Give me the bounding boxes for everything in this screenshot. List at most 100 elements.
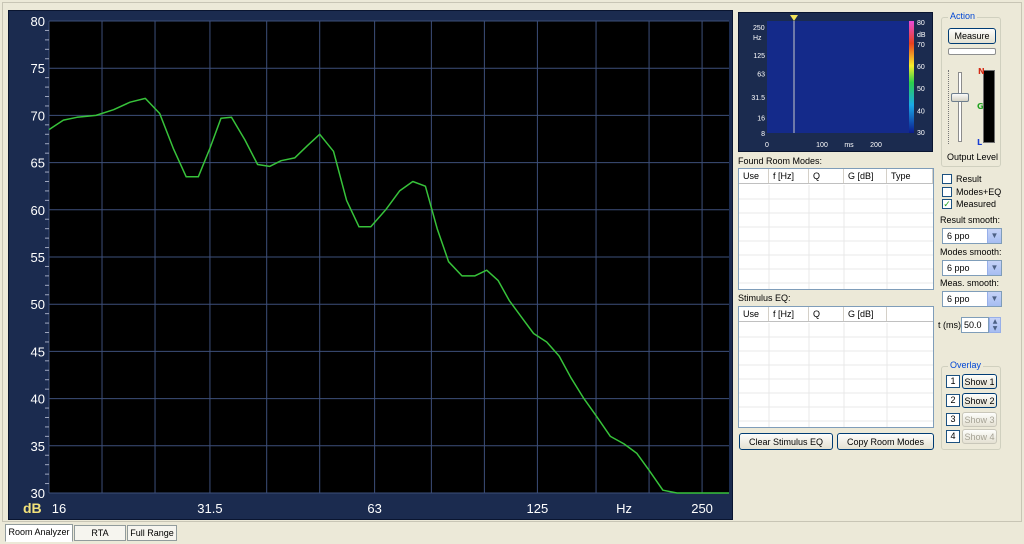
level-marker-n: N	[978, 67, 985, 76]
db-scale-tick: 30	[917, 130, 925, 137]
output-level-thumb[interactable]	[951, 93, 969, 102]
col-use[interactable]: Use	[739, 169, 769, 183]
stimulus-eq-grid	[739, 323, 933, 427]
spectro-y-tick: 250	[753, 25, 765, 32]
result-smooth-label: Result smooth:	[940, 215, 1001, 225]
spectro-y-tick: 31.5	[751, 95, 765, 102]
tab-rta[interactable]: RTA	[74, 525, 126, 541]
db-scale-tick: 80	[917, 20, 925, 27]
col-type[interactable]: Type	[887, 169, 933, 183]
time-input[interactable]: 50.0	[961, 317, 989, 333]
col-frequency[interactable]: f [Hz]	[769, 307, 809, 321]
copy-room-modes-button[interactable]: Copy Room Modes	[837, 433, 934, 450]
level-meter	[983, 70, 995, 143]
result-checkbox-row[interactable]: Result	[942, 174, 982, 184]
col-gain[interactable]: G [dB]	[844, 169, 887, 183]
x-unit-label: Hz	[616, 501, 632, 516]
time-cursor-marker[interactable]	[790, 15, 798, 21]
modes-eq-checkbox-row[interactable]: Modes+EQ	[942, 187, 1001, 197]
measure-progress-bar	[948, 48, 996, 55]
y-tick-label: 50	[31, 297, 45, 312]
spectro-x-tick: 0	[765, 142, 769, 149]
x-tick-label: 16	[52, 501, 66, 516]
show-1-button[interactable]: Show 1	[962, 374, 997, 389]
x-tick-label: 63	[367, 501, 381, 516]
col-frequency[interactable]: f [Hz]	[769, 169, 809, 183]
time-spinner[interactable]: ▲ ▼	[989, 317, 1001, 333]
output-level-track[interactable]	[958, 72, 962, 142]
y-tick-label: 60	[31, 203, 45, 218]
level-marker-g: G	[977, 102, 984, 111]
col-use[interactable]: Use	[739, 307, 769, 321]
spectro-y-tick: 16	[757, 115, 765, 122]
output-level-label: Output Level	[947, 152, 999, 162]
found-room-modes-grid	[739, 185, 933, 289]
y-tick-label: 55	[31, 250, 45, 265]
db-scale-tick: 70	[917, 42, 925, 49]
db-color-scale	[909, 21, 914, 133]
x-tick-label: 31.5	[197, 501, 222, 516]
spectrogram-svg: 250 Hz 125 63 31.5 16 80 100 200 ms dB 80 70 60 50 40 30	[751, 15, 926, 149]
spectrogram-plot	[767, 21, 909, 133]
stimulus-eq-table[interactable]: Use f [Hz] Q G [dB]	[738, 306, 934, 428]
spectro-y-unit: Hz	[753, 35, 762, 42]
spectro-x-tick: 100	[816, 142, 828, 149]
stimulus-eq-label: Stimulus EQ:	[738, 293, 791, 303]
found-room-modes-label: Found Room Modes:	[738, 156, 823, 166]
y-tick-label: 30	[31, 486, 45, 501]
col-q[interactable]: Q	[809, 169, 844, 183]
y-tick-label: 45	[31, 344, 45, 359]
clear-stimulus-eq-button[interactable]: Clear Stimulus EQ	[739, 433, 833, 450]
result-smooth-select[interactable]: 6 ppo ▼	[942, 228, 1002, 244]
found-room-modes-table[interactable]: Use f [Hz] Q G [dB] Type	[738, 168, 934, 290]
show-4-button[interactable]: Show 4	[962, 429, 997, 444]
spectro-x-unit: ms	[844, 142, 854, 149]
y-tick-label: 75	[31, 61, 45, 76]
overlay-group-title: Overlay	[948, 360, 984, 370]
action-group-title: Action	[948, 11, 978, 21]
tab-room-analyzer[interactable]: Room Analyzer	[5, 524, 73, 542]
level-marker-l: L	[977, 138, 983, 147]
y-tick-label: 70	[31, 108, 45, 123]
result-smooth-value: 6 ppo	[947, 231, 970, 241]
db-scale-tick: 60	[917, 64, 925, 71]
modes-smooth-select[interactable]: 6 ppo ▼	[942, 260, 1002, 276]
show-2-button[interactable]: Show 2	[962, 393, 997, 408]
chevron-down-icon[interactable]: ▼	[987, 292, 1001, 306]
chevron-down-icon[interactable]: ▼	[987, 261, 1001, 275]
spectro-y-tick: 8	[761, 131, 765, 138]
spectro-y-tick: 125	[753, 53, 765, 60]
stimulus-eq-header: Use f [Hz] Q G [dB]	[739, 307, 933, 322]
show-3-button[interactable]: Show 3	[962, 412, 997, 427]
spectro-y-tick: 63	[757, 72, 765, 79]
measured-checkbox[interactable]: ✓	[942, 199, 952, 209]
modes-smooth-label: Modes smooth:	[940, 247, 1002, 257]
slider-ticks	[948, 70, 950, 144]
measured-checkbox-row[interactable]: ✓ Measured	[942, 199, 996, 209]
tab-full-range[interactable]: Full Range	[127, 525, 177, 541]
x-tick-label: 125	[527, 501, 549, 516]
col-q[interactable]: Q	[809, 307, 844, 321]
col-gain[interactable]: G [dB]	[844, 307, 887, 321]
chevron-down-icon[interactable]: ▼	[987, 229, 1001, 243]
overlay-number-4: 4	[946, 430, 960, 443]
y-tick-label: 35	[31, 439, 45, 454]
db-scale-tick: 40	[917, 109, 925, 116]
measured-checkbox-label: Measured	[956, 199, 997, 209]
db-scale-tick: 50	[917, 86, 925, 93]
modes-eq-checkbox[interactable]	[942, 187, 952, 197]
y-tick-label: 65	[31, 156, 45, 171]
overlay-number-1: 1	[946, 375, 960, 388]
meas-smooth-select[interactable]: 6 ppo ▼	[942, 291, 1002, 307]
frequency-response-svg: 30 35 40 45 50 55 60 65 70 75 80 16 31.5 63 125 250 Hz dB	[23, 14, 729, 516]
overlay-number-2: 2	[946, 394, 960, 407]
measure-button[interactable]: Measure	[948, 28, 996, 44]
modes-smooth-value: 6 ppo	[947, 263, 970, 273]
overlay-number-3: 3	[946, 413, 960, 426]
y-tick-label: 80	[31, 14, 45, 29]
frequency-response-chart: 30 35 40 45 50 55 60 65 70 75 80 16 31.5 63 125 250 Hz dB	[8, 10, 733, 520]
result-checkbox[interactable]	[942, 174, 952, 184]
meas-smooth-value: 6 ppo	[947, 294, 970, 304]
db-scale-unit: dB	[917, 32, 926, 39]
result-checkbox-label: Result	[956, 174, 982, 184]
